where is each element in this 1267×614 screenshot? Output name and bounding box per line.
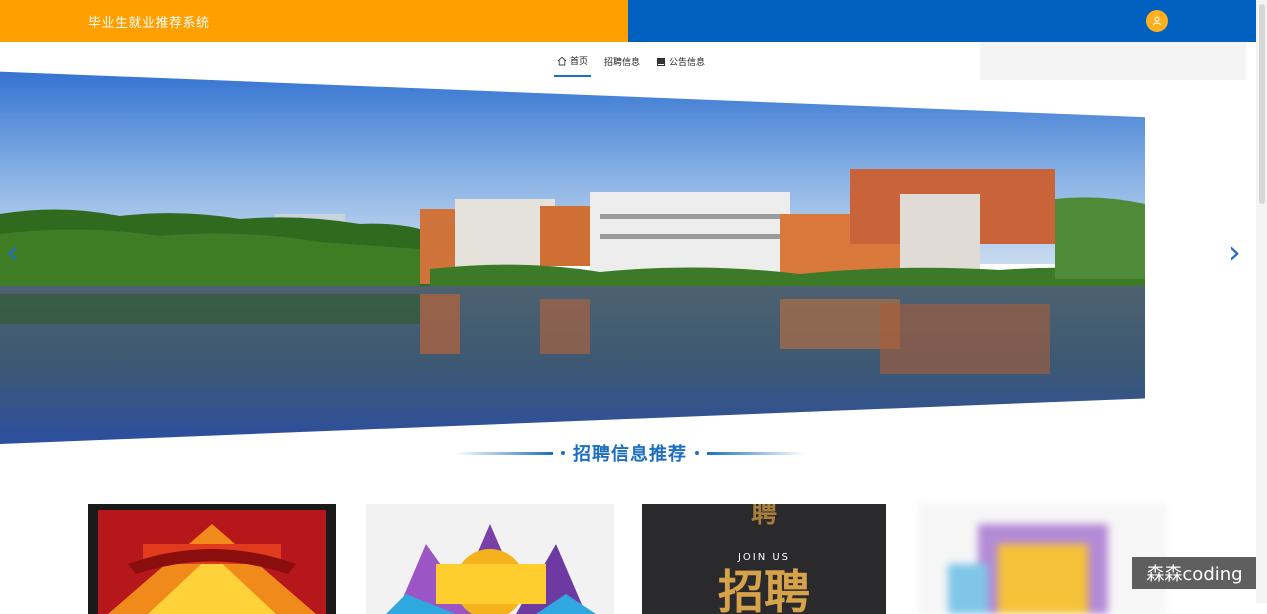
top-header: 毕业生就业推荐系统 [0,0,1256,42]
banner-image [0,71,1145,444]
card-image [366,504,614,614]
banner-carousel[interactable] [0,71,1145,444]
job-card[interactable]: JOIN US 招聘 聘 [642,504,886,614]
nav-item-label: 招聘信息 [604,58,641,68]
home-icon [557,56,567,65]
section-title: 招聘信息推荐 [573,444,687,465]
heading-dot-right [695,451,699,455]
job-card[interactable] [366,504,614,614]
card-image [88,504,336,614]
main-nav: 首页 招聘信息 公告信息 [0,42,1256,80]
nav-item-notices[interactable]: 公告信息 [653,50,708,77]
nav-item-home[interactable]: 首页 [554,50,592,77]
site-title: 毕业生就业推荐系统 [88,16,210,31]
nav-item-jobs[interactable]: 招聘信息 [601,50,643,77]
chevron-left-icon[interactable]: ‹ [6,236,19,268]
book-icon [657,57,666,66]
svg-text:JOIN US: JOIN US [737,552,790,563]
scrollbar-thumb[interactable] [1259,4,1265,204]
svg-text:招聘: 招聘 [718,565,810,614]
job-card[interactable] [88,504,336,614]
heading-dot-left [561,451,565,455]
watermark: 森森coding [1132,557,1257,589]
card-image: JOIN US 招聘 聘 [642,504,886,614]
user-icon [1153,16,1161,26]
heading-line-left [455,451,554,455]
chevron-right-icon[interactable]: › [1228,236,1241,268]
scrollbar[interactable] [1256,0,1267,603]
nav-item-label: 首页 [570,57,589,67]
nav-item-label: 公告信息 [669,58,706,68]
job-card[interactable] [918,504,1166,614]
heading-line-right [706,451,805,455]
header-left-panel: 毕业生就业推荐系统 [0,0,628,42]
nav-strip [980,42,1246,80]
user-avatar-button[interactable] [1146,10,1168,32]
svg-text:聘: 聘 [751,504,777,529]
card-image [918,504,1166,614]
section-heading: 招聘信息推荐 [455,440,805,466]
